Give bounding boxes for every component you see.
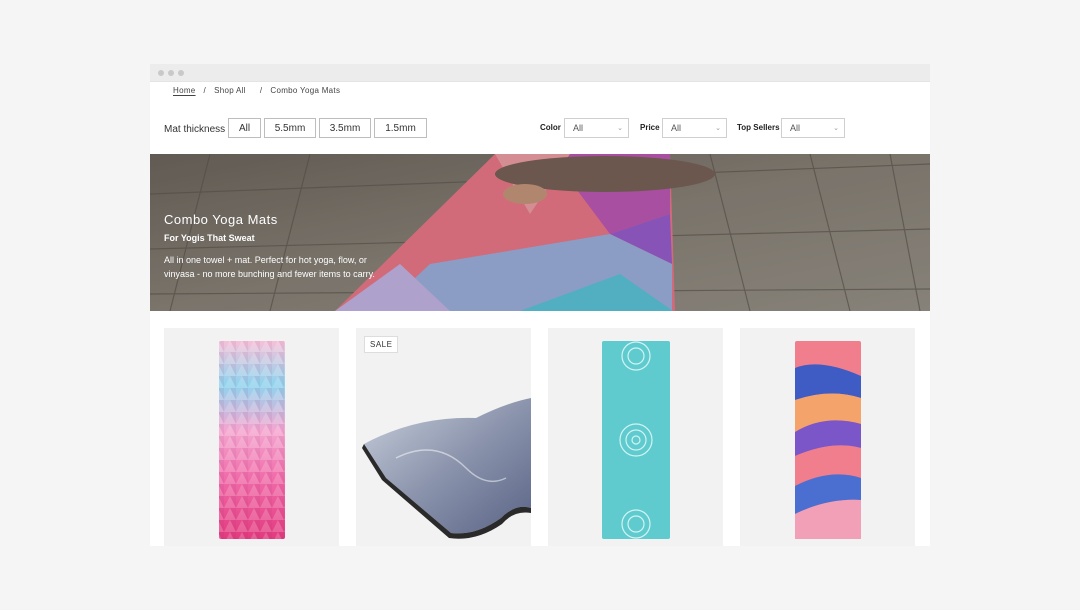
sale-badge: SALE [364,336,399,353]
chevron-down-icon: ⌄ [715,125,721,132]
window-dot-icon[interactable] [168,70,174,76]
thickness-option-all[interactable]: All [228,118,261,138]
thickness-option-1-5mm[interactable]: 1.5mm [374,118,427,138]
color-filter-value: All [573,123,584,133]
breadcrumb-current: Combo Yoga Mats [270,86,341,95]
window-dot-icon[interactable] [158,70,164,76]
price-filter-select[interactable]: All ⌄ [662,118,727,138]
window-dot-icon[interactable] [178,70,184,76]
breadcrumb-shop-all-link[interactable]: Shop All [214,86,246,95]
browser-window: Home / Shop All / Combo Yoga Mats Mat th… [150,64,930,546]
breadcrumb: Home / Shop All / Combo Yoga Mats [173,86,340,95]
product-card[interactable] [548,328,723,546]
thickness-option-5-5mm[interactable]: 5.5mm [264,118,316,138]
color-filter-label: Color [540,123,561,132]
thickness-option-3-5mm[interactable]: 3.5mm [319,118,371,138]
top-sellers-filter-select[interactable]: All ⌄ [781,118,845,138]
breadcrumb-home-link[interactable]: Home [173,86,196,95]
product-card[interactable] [164,328,339,546]
hero-title: Combo Yoga Mats [164,212,278,227]
product-image [602,341,670,539]
product-image [219,341,285,539]
filter-bar: Mat thickness All 5.5mm 3.5mm 1.5mm Colo… [150,116,930,140]
hero-banner: Combo Yoga Mats For Yogis That Sweat All… [150,154,930,311]
product-card[interactable]: SALE [356,328,531,546]
product-image [795,341,861,539]
chevron-down-icon: ⌄ [833,125,839,132]
chevron-down-icon: ⌄ [617,125,623,132]
top-sellers-filter-value: All [790,123,801,133]
price-filter-label: Price [640,123,660,132]
mat-thickness-label: Mat thickness [164,124,226,135]
product-card[interactable] [740,328,915,546]
hero-text-block: Combo Yoga Mats For Yogis That Sweat All… [164,212,396,281]
hero-description: All in one towel + mat. Perfect for hot … [164,255,375,279]
price-filter-value: All [671,123,682,133]
breadcrumb-separator: / [259,86,263,95]
product-grid: SALE [164,328,916,546]
breadcrumb-separator: / [203,86,207,95]
product-image [362,398,531,539]
top-sellers-filter-label: Top Sellers [737,123,780,132]
window-titlebar [150,64,930,82]
color-filter-select[interactable]: All ⌄ [564,118,629,138]
hero-subtitle: For Yogis That Sweat [164,233,255,243]
